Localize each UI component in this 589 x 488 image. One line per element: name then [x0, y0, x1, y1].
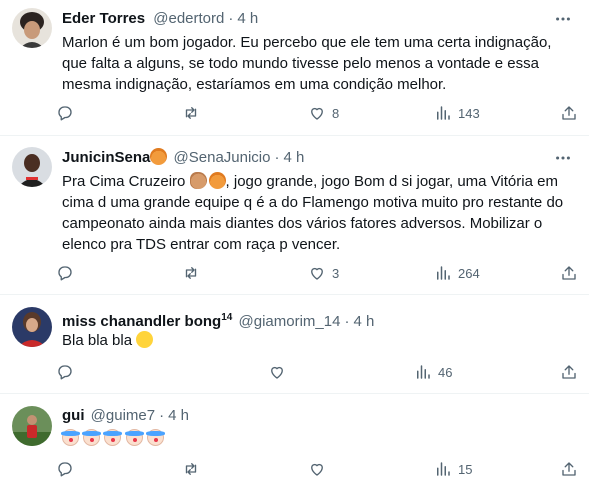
avatar-image	[12, 147, 52, 187]
tweet-header: JunicinSena @SenaJunicio · 4 h	[62, 148, 304, 168]
views-button[interactable]: 46	[414, 363, 474, 381]
tweet-text: Marlon é um bom jogador. Eu percebo que …	[62, 34, 552, 93]
like-button[interactable]: 8	[308, 104, 368, 122]
clown-face-icon	[145, 429, 165, 446]
like-button[interactable]	[308, 460, 368, 478]
avatar[interactable]	[12, 406, 52, 446]
reply-button[interactable]	[56, 363, 116, 381]
views-bar-chart-icon	[437, 106, 450, 120]
clown-face-icon	[124, 429, 144, 446]
share-button[interactable]	[560, 104, 578, 122]
tweet-actions: 15	[56, 459, 578, 479]
views-bar-chart-icon	[437, 266, 450, 280]
fox-face-icon	[208, 172, 226, 189]
reply-button[interactable]	[56, 264, 116, 282]
view-count: 15	[458, 461, 473, 477]
display-name[interactable]: Eder Torres	[62, 10, 145, 27]
clown-face-icon	[61, 429, 80, 446]
tweet-text-part: Bla bla bla	[62, 332, 133, 349]
tweet-header: gui @guime7 · 4 h	[62, 406, 189, 426]
clown-face-icon	[82, 429, 102, 446]
display-name[interactable]: gui	[62, 407, 85, 424]
reply-icon	[58, 106, 72, 121]
view-count: 264	[458, 265, 480, 281]
timestamp[interactable]: 4 h	[237, 10, 258, 27]
retweet-icon	[185, 463, 197, 475]
retweet-button[interactable]	[182, 264, 242, 282]
avatar-image	[12, 8, 52, 48]
views-button[interactable]: 143	[434, 104, 494, 122]
like-count: 3	[332, 265, 340, 281]
separator-dot: ·	[228, 10, 234, 27]
avatar-image	[12, 307, 52, 347]
views-button[interactable]: 15	[434, 460, 494, 478]
clown-face-icon	[103, 429, 123, 446]
views-bar-chart-icon	[417, 365, 430, 379]
tweet-text-part: Pra Cima Cruzeiro	[62, 173, 190, 190]
tweet-text	[61, 428, 577, 449]
heart-icon	[311, 463, 323, 476]
retweet-button[interactable]	[182, 104, 242, 122]
heart-icon	[311, 107, 323, 120]
more-options-icon[interactable]	[553, 148, 573, 168]
tweet-actions: 3 264	[56, 263, 578, 283]
share-icon	[562, 266, 576, 280]
tweet-actions: 46	[56, 362, 578, 382]
user-handle[interactable]: @giamorim_14	[239, 313, 341, 330]
views-button[interactable]: 264	[434, 264, 494, 282]
display-name[interactable]: miss chanandler bong	[62, 313, 221, 330]
tweet-header: Eder Torres @edertord · 4 h	[62, 9, 258, 29]
view-count: 143	[458, 105, 480, 121]
user-handle[interactable]: @edertord	[153, 10, 224, 27]
user-handle[interactable]: @guime7	[91, 407, 155, 424]
tweet-text: Pra Cima Cruzeiro , jogo grande, jogo Bo…	[62, 171, 577, 255]
tweet[interactable]: miss chanandler bong14 @giamorim_14 · 4 h …	[0, 296, 589, 394]
reply-icon	[58, 365, 72, 380]
share-icon	[562, 106, 576, 120]
flexed-biceps-icon	[189, 172, 207, 189]
avatar-image	[12, 406, 52, 446]
tweet[interactable]: JunicinSena @SenaJunicio · 4 h Pra Cima Cr…	[0, 137, 589, 295]
tweet-header: miss chanandler bong14 @giamorim_14 · 4 h	[62, 308, 374, 332]
share-button[interactable]	[560, 363, 578, 381]
more-options-icon[interactable]	[553, 9, 573, 29]
avatar[interactable]	[12, 307, 52, 347]
like-button[interactable]	[268, 363, 328, 381]
views-bar-chart-icon	[437, 462, 450, 476]
retweet-icon	[185, 267, 197, 279]
share-icon	[562, 365, 576, 379]
heart-icon	[271, 366, 283, 379]
reply-icon	[58, 266, 72, 281]
separator-dot: ·	[344, 313, 350, 330]
tweet-actions: 8 143	[56, 103, 578, 123]
name-superscript: 14	[221, 312, 233, 323]
share-button[interactable]	[560, 460, 578, 478]
avatar[interactable]	[12, 147, 52, 187]
share-icon	[562, 462, 576, 476]
timestamp[interactable]: 4 h	[353, 313, 374, 330]
retweet-button[interactable]	[182, 460, 242, 478]
heart-icon	[311, 267, 323, 280]
user-handle[interactable]: @SenaJunicio	[174, 149, 271, 166]
reply-icon	[58, 462, 72, 477]
view-count: 46	[438, 364, 453, 380]
timestamp[interactable]: 4 h	[168, 407, 189, 424]
reply-button[interactable]	[56, 460, 116, 478]
like-button[interactable]: 3	[308, 264, 368, 282]
tweet[interactable]: gui @guime7 · 4 h 15	[0, 395, 589, 488]
retweet-icon	[185, 107, 197, 119]
tweet-text: Bla bla bla	[62, 330, 577, 351]
avatar[interactable]	[12, 8, 52, 48]
tweet[interactable]: Eder Torres @edertord · 4 h Marlon é um bo…	[0, 0, 589, 136]
share-button[interactable]	[560, 264, 578, 282]
display-name[interactable]: JunicinSena	[62, 149, 150, 166]
grinning-face-icon	[136, 331, 154, 348]
reply-button[interactable]	[56, 104, 116, 122]
fox-face-icon	[150, 148, 168, 165]
separator-dot: ·	[274, 149, 280, 166]
like-count: 8	[332, 105, 340, 121]
separator-dot: ·	[159, 407, 165, 424]
timestamp[interactable]: 4 h	[283, 149, 304, 166]
